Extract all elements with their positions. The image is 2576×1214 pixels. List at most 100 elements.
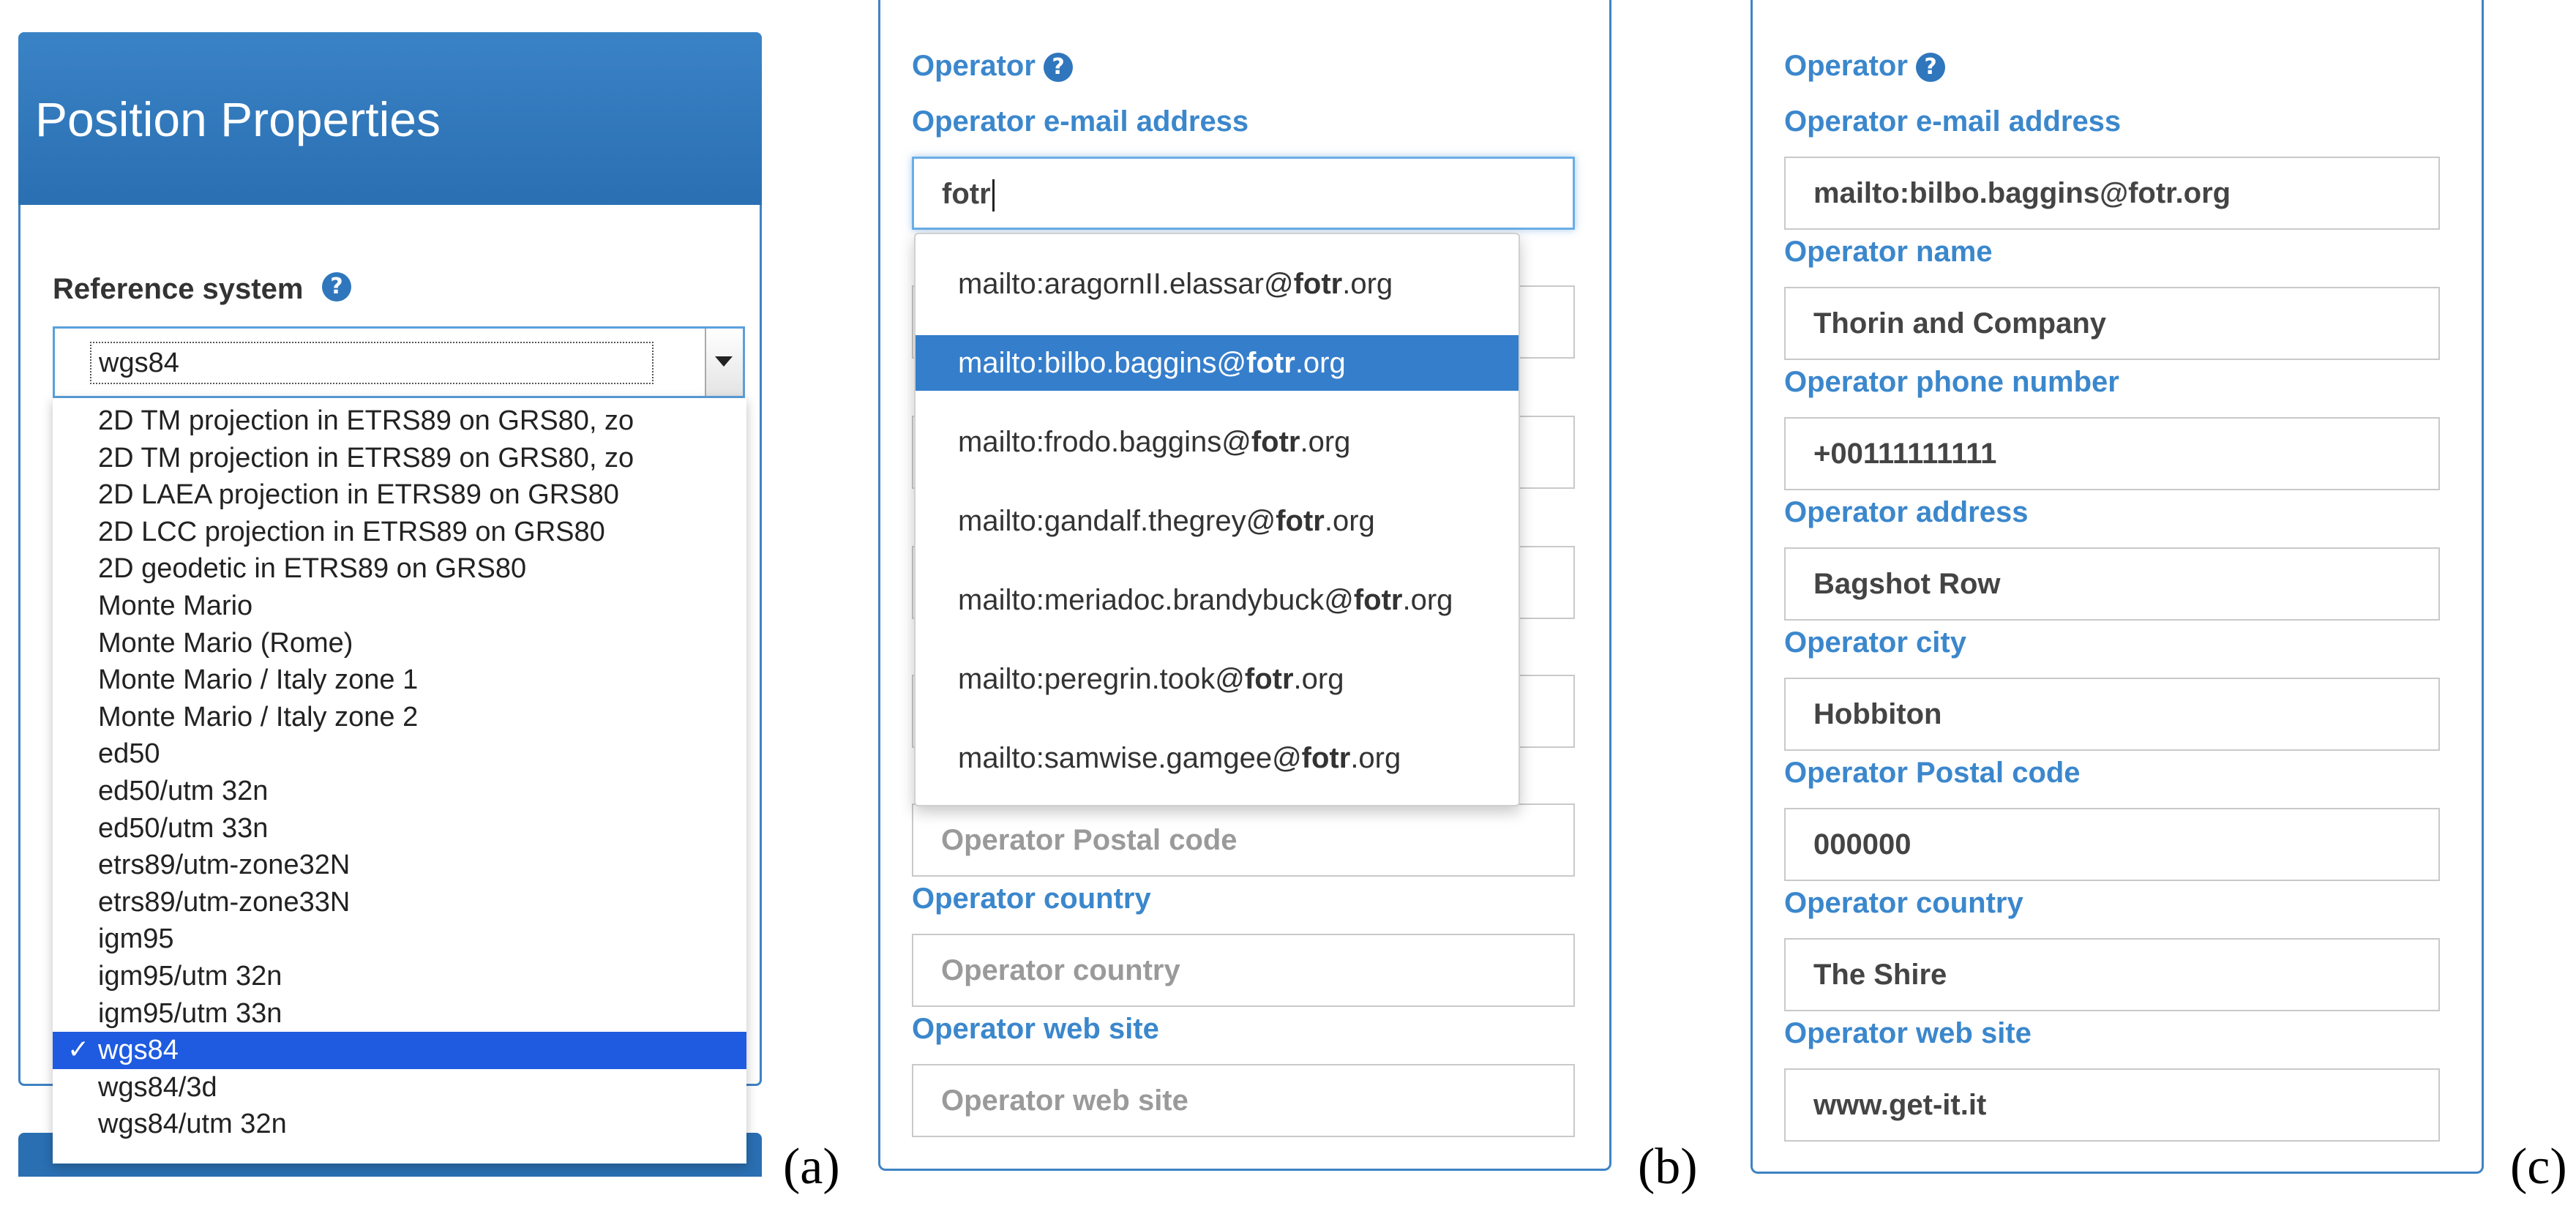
select-option[interactable]: 2D TM projection in ETRS89 on GRS80, zo	[53, 402, 746, 440]
option-label: 2D LCC projection in ETRS89 on GRS80	[98, 516, 605, 547]
select-option[interactable]: Monte Mario / Italy zone 1	[53, 662, 746, 699]
postal-code-input[interactable]: 000000	[1784, 808, 2440, 881]
select-option[interactable]: etrs89/utm-zone33N	[53, 884, 746, 921]
option-label: igm95	[98, 923, 174, 955]
option-label: Monte Mario (Rome)	[98, 627, 353, 659]
option-label: ed50/utm 33n	[98, 812, 269, 844]
select-option[interactable]: 2D LCC projection in ETRS89 on GRS80	[53, 514, 746, 551]
operator-phone-input[interactable]: +00111111111	[1784, 417, 2440, 490]
select-option[interactable]: 2D geodetic in ETRS89 on GRS80	[53, 550, 746, 588]
option-suffix: .org	[1293, 663, 1344, 695]
autocomplete-option[interactable]: mailto:meriadoc.brandybuck@fotr.org	[916, 561, 1519, 640]
autocomplete-option[interactable]: mailto:samwise.gamgee@fotr.org	[916, 719, 1519, 798]
option-suffix: .org	[1342, 268, 1393, 300]
panel-label-b: (b)	[1638, 1139, 1698, 1195]
operator-section-label: Operator ?	[912, 51, 1074, 83]
option-match: fotr	[1251, 426, 1300, 458]
option-label: ed50/utm 32n	[98, 775, 269, 806]
option-label: 2D LAEA projection in ETRS89 on GRS80	[98, 479, 619, 511]
country-input[interactable]: The Shire	[1784, 938, 2440, 1011]
option-label: etrs89/utm-zone32N	[98, 850, 351, 881]
option-suffix: .org	[1350, 742, 1401, 774]
select-option[interactable]: ed50/utm 33n	[53, 810, 746, 847]
option-label: wgs84/utm 32n	[98, 1109, 287, 1140]
text-caret	[992, 179, 995, 212]
option-prefix: mailto:gandalf.thegrey@	[958, 505, 1276, 537]
country-input[interactable]: Operator country	[912, 934, 1575, 1007]
select-option[interactable]: Monte Mario	[53, 588, 746, 625]
select-option[interactable]: wgs84/3d	[53, 1069, 746, 1106]
question-circle-icon[interactable]: ?	[1044, 53, 1074, 83]
chevron-down-icon	[715, 356, 733, 367]
email-input-value: fotr	[942, 178, 991, 210]
postal-code-label: Operator Postal code	[1784, 757, 2081, 789]
option-label: Monte Mario	[98, 590, 253, 621]
email-input[interactable]: mailto:bilbo.baggins@fotr.org	[1784, 157, 2440, 230]
option-suffix: .org	[1324, 505, 1375, 537]
option-label: 2D geodetic in ETRS89 on GRS80	[98, 553, 527, 585]
website-input[interactable]: www.get-it.it	[1784, 1068, 2440, 1142]
option-label: igm95/utm 32n	[98, 960, 282, 992]
operator-address-input[interactable]: Bagshot Row	[1784, 547, 2440, 621]
option-label: wgs84	[98, 1035, 179, 1066]
option-prefix: mailto:samwise.gamgee@	[958, 742, 1302, 774]
autocomplete-option[interactable]: mailto:frodo.baggins@fotr.org	[916, 402, 1519, 482]
option-label: igm95/utm 33n	[98, 997, 282, 1029]
reference-system-select[interactable]: wgs84	[53, 326, 745, 398]
website-input[interactable]: Operator web site	[912, 1064, 1575, 1137]
autocomplete-option[interactable]: mailto:gandalf.thegrey@fotr.org	[916, 482, 1519, 561]
select-option[interactable]: Monte Mario / Italy zone 2	[53, 699, 746, 736]
panel-title: Position Properties	[35, 92, 441, 146]
country-label: Operator country	[912, 883, 1151, 915]
autocomplete-option[interactable]: mailto:aragornII.elassar@fotr.org	[916, 244, 1519, 323]
select-option[interactable]: ed50	[53, 735, 746, 773]
option-label: Monte Mario / Italy zone 2	[98, 701, 419, 732]
operator-city-input[interactable]: Hobbiton	[1784, 678, 2440, 751]
dropdown-button[interactable]	[705, 329, 743, 396]
autocomplete-option-active[interactable]: mailto:bilbo.baggins@fotr.org	[916, 335, 1519, 391]
website-label: Operator web site	[1784, 1017, 2032, 1049]
website-label: Operator web site	[912, 1013, 1159, 1045]
email-input[interactable]: fotr	[912, 157, 1575, 230]
select-option[interactable]: 2D TM projection in ETRS89 on GRS80, zo	[53, 440, 746, 477]
question-circle-icon[interactable]: ?	[322, 272, 351, 301]
option-match: fotr	[1293, 268, 1343, 300]
select-option[interactable]: etrs89/utm-zone32N	[53, 847, 746, 884]
select-option-selected[interactable]: ✓ wgs84	[53, 1032, 746, 1069]
panel-label-c: (c)	[2510, 1139, 2567, 1195]
reference-system-label: Reference system	[53, 273, 304, 305]
option-prefix: mailto:frodo.baggins@	[958, 426, 1251, 458]
option-suffix: .org	[1295, 347, 1346, 379]
option-label: 2D TM projection in ETRS89 on GRS80, zo	[98, 405, 634, 436]
option-match: fotr	[1244, 663, 1294, 695]
check-icon: ✓	[67, 1035, 90, 1065]
autocomplete-option[interactable]: mailto:peregrin.took@fotr.org	[916, 640, 1519, 719]
select-option[interactable]: igm95/utm 32n	[53, 958, 746, 995]
option-label: wgs84/3d	[98, 1071, 217, 1103]
panel-label-a: (a)	[783, 1139, 840, 1195]
select-option[interactable]: igm95	[53, 921, 746, 958]
operator-name-label: Operator name	[1784, 236, 1993, 268]
option-prefix: mailto:aragornII.elassar@	[958, 268, 1294, 300]
select-option[interactable]: 2D LAEA projection in ETRS89 on GRS80	[53, 476, 746, 514]
option-prefix: mailto:bilbo.baggins@	[958, 347, 1247, 379]
select-option[interactable]: igm95/utm 33n	[53, 995, 746, 1033]
question-circle-icon[interactable]: ?	[1916, 53, 1946, 83]
option-prefix: mailto:peregrin.took@	[958, 663, 1245, 695]
select-option[interactable]: wgs84/utm 32n	[53, 1106, 746, 1143]
email-label: Operator e-mail address	[912, 105, 1249, 138]
operator-name-input[interactable]: Thorin and Company	[1784, 287, 2440, 360]
select-option[interactable]: ed50/utm 32n	[53, 773, 746, 810]
option-match: fotr	[1301, 742, 1351, 774]
select-option[interactable]: Monte Mario (Rome)	[53, 625, 746, 662]
reference-system-options[interactable]: 2D TM projection in ETRS89 on GRS80, zo …	[53, 398, 746, 1164]
option-match: fotr	[1276, 505, 1325, 537]
option-suffix: .org	[1402, 584, 1453, 616]
option-suffix: .org	[1300, 426, 1351, 458]
postal-code-input[interactable]: Operator Postal code	[912, 803, 1575, 877]
option-match: fotr	[1246, 347, 1295, 379]
email-autocomplete-menu[interactable]: mailto:aragornII.elassar@fotr.org mailto…	[914, 233, 1520, 806]
option-label: 2D TM projection in ETRS89 on GRS80, zo	[98, 442, 634, 473]
option-match: fotr	[1353, 584, 1403, 616]
operator-section-label: Operator ?	[1784, 51, 1946, 83]
